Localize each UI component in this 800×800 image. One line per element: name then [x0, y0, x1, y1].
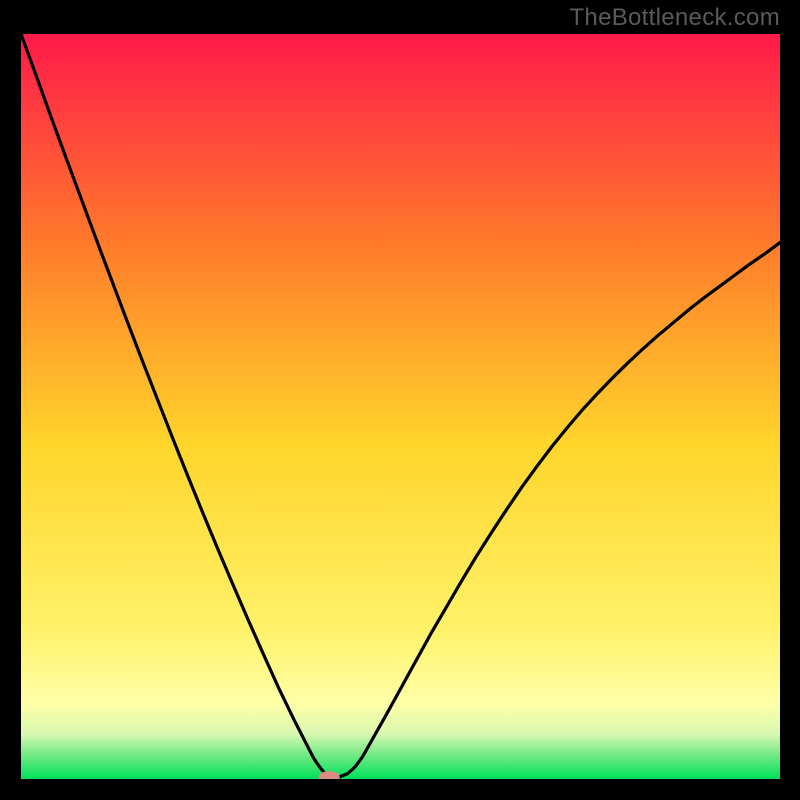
chart-background [21, 34, 780, 779]
chart-svg [21, 34, 780, 779]
watermark-text: TheBottleneck.com [569, 4, 780, 32]
bottleneck-chart [21, 34, 780, 779]
chart-container: TheBottleneck.com [0, 0, 800, 800]
